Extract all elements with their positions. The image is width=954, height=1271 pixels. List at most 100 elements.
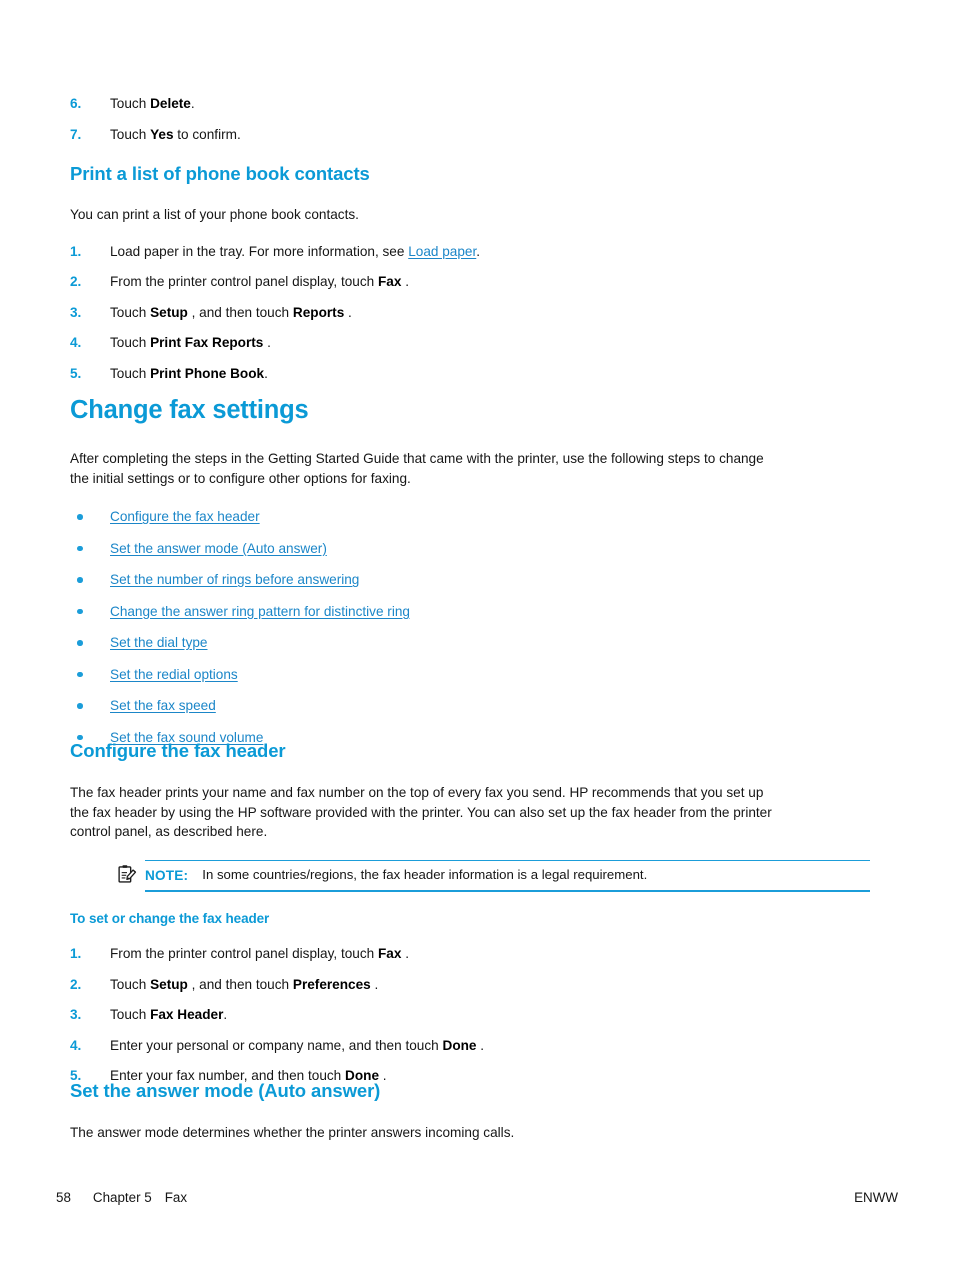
bullet-icon: [77, 608, 83, 615]
step-item: 4. Enter your personal or company name, a…: [70, 1036, 870, 1056]
step-text-suffix: .: [344, 304, 352, 320]
step-item: 2. From the printer control panel display…: [70, 272, 870, 292]
step-ui-term-secondary: Reports: [292, 304, 345, 320]
note-callout: NOTE: In some countries/regions, the fax…: [115, 859, 870, 892]
step-ui-term-secondary: Preferences: [292, 976, 371, 992]
step-text-prefix: Touch: [110, 365, 151, 381]
step-text-prefix: From the printer control panel display, …: [110, 274, 378, 290]
note-clipboard-pencil-icon: [115, 864, 139, 886]
step-text-prefix: Touch: [110, 126, 151, 142]
step-text-prefix: Touch: [110, 96, 151, 111]
step-text-suffix: .: [263, 335, 271, 351]
section-heading-print-list: Print a list of phone book contacts: [70, 163, 370, 184]
step-text-suffix: .: [264, 365, 268, 381]
step-text-prefix: Touch: [110, 1007, 151, 1023]
step-item: 6. Touch Delete.: [70, 94, 870, 114]
step-ui-term: Print Phone Book: [150, 365, 265, 381]
section-link[interactable]: Set the number of rings before answering: [110, 572, 359, 587]
step-item: 5. Touch Print Phone Book.: [70, 364, 870, 384]
step-text-suffix: .: [223, 1007, 228, 1023]
step-number: 7.: [70, 126, 82, 142]
section-link[interactable]: Set the fax speed: [110, 698, 216, 713]
change-fax-link-list: Configure the fax header Set the answer …: [70, 507, 870, 747]
cross-reference-link-load-paper[interactable]: Load paper: [408, 244, 476, 259]
note-text: In some countries/regions, the fax heade…: [202, 867, 648, 883]
step-text-prefix: Touch: [110, 976, 151, 992]
document-page: 6. Touch Delete. 7. Touch Yes to confirm. …: [0, 0, 954, 1271]
section-link[interactable]: Change the answer ring pattern for disti…: [110, 604, 410, 619]
step-text-mid: , and then touch: [187, 976, 293, 992]
configure-header-steps: 1. From the printer control panel display…: [70, 944, 870, 1086]
step-number: 4.: [70, 335, 82, 351]
step-text-suffix: .: [190, 96, 195, 111]
list-item: Set the fax speed: [70, 696, 870, 715]
list-item: Set the dial type: [70, 633, 870, 652]
page-number: 58: [56, 1190, 71, 1205]
step-text-prefix: From the printer control panel display, …: [110, 946, 378, 962]
list-item: Set the number of rings before answering: [70, 570, 870, 589]
note-content-row: NOTE: In some countries/regions, the fax…: [115, 861, 870, 890]
step-text-mid: , and then touch: [187, 304, 293, 320]
chapter-title: Fax: [164, 1190, 188, 1205]
step-text-prefix: Touch: [110, 304, 151, 320]
step-text-prefix: Load paper in the tray. For more informa…: [110, 243, 409, 259]
top-steps-block: 6. Touch Delete. 7. Touch Yes to confirm.: [70, 94, 870, 144]
step-item: 1. Load paper in the tray. For more infor…: [70, 242, 870, 262]
step-text-suffix: .: [401, 274, 409, 290]
section-link[interactable]: Configure the fax header: [110, 509, 260, 524]
step-item: 2. Touch Setup , and then touch Preferenc…: [70, 975, 870, 995]
change-fax-intro: After completing the steps in the Gettin…: [70, 451, 764, 486]
step-number: 2.: [70, 976, 82, 992]
step-number: 5.: [70, 365, 82, 381]
list-item: Set the redial options: [70, 665, 870, 684]
bullet-icon: [77, 640, 83, 646]
step-number: 4.: [70, 1037, 82, 1053]
section-change-fax-settings: Change fax settings After completing the…: [70, 396, 870, 747]
note-label: NOTE:: [145, 867, 189, 883]
section-print-phone-book: Print a list of phone book contacts You …: [70, 163, 870, 383]
step-number: 3.: [70, 304, 82, 320]
bullet-icon: [77, 577, 83, 583]
section-heading-change-fax-settings: Change fax settings: [70, 396, 309, 424]
subheading-to-set-fax-header: To set or change the fax header: [70, 910, 270, 926]
page-footer: 58 Chapter 5 Fax ENWW: [56, 1190, 898, 1205]
list-item: Change the answer ring pattern for disti…: [70, 602, 870, 621]
section-heading-set-answer-mode: Set the answer mode (Auto answer): [70, 1080, 381, 1101]
answer-mode-body: The answer mode determines whether the p…: [70, 1125, 515, 1141]
section-link[interactable]: Set the redial options: [110, 667, 238, 682]
section-heading-configure-fax-header: Configure the fax header: [70, 740, 286, 761]
step-ui-term: Fax: [377, 274, 402, 290]
step-list-continued: 6. Touch Delete. 7. Touch Yes to confirm.: [70, 94, 870, 144]
note-bottom-rule: [145, 890, 870, 892]
step-text-suffix: .: [370, 976, 379, 992]
list-item: Configure the fax header: [70, 507, 870, 526]
configure-header-body: The fax header prints your name and fax …: [70, 785, 772, 840]
print-list-steps: 1. Load paper in the tray. For more infor…: [70, 242, 870, 384]
bullet-icon: [77, 514, 83, 520]
step-text-suffix: .: [476, 243, 481, 259]
step-item: 3. Touch Setup , and then touch Reports .: [70, 303, 870, 323]
locale-code: ENWW: [854, 1190, 898, 1205]
step-number: 3.: [70, 1007, 82, 1023]
step-number: 1.: [70, 946, 82, 962]
step-text-suffix: .: [476, 1037, 485, 1053]
step-ui-term: Print Fax Reports: [150, 335, 264, 351]
step-item: 3. Touch Fax Header.: [70, 1005, 870, 1025]
list-item: Set the answer mode (Auto answer): [70, 539, 870, 558]
step-text-prefix: Touch: [110, 335, 151, 351]
section-link[interactable]: Set the dial type: [110, 635, 208, 650]
print-list-intro: You can print a list of your phone book …: [70, 207, 359, 223]
step-ui-term: Delete: [150, 96, 191, 111]
step-number: 1.: [70, 243, 82, 259]
step-ui-term: Done: [442, 1037, 477, 1053]
step-text-suffix: .: [401, 946, 409, 962]
step-ui-term: Yes: [150, 126, 174, 142]
step-ui-term: Fax Header: [150, 1007, 224, 1023]
section-set-answer-mode: Set the answer mode (Auto answer) The an…: [70, 1080, 870, 1143]
section-link[interactable]: Set the answer mode (Auto answer): [110, 541, 327, 556]
step-text-suffix: to confirm.: [173, 126, 241, 142]
step-ui-term: Setup: [150, 304, 188, 320]
step-item: 1. From the printer control panel display…: [70, 944, 870, 964]
step-item: 4. Touch Print Fax Reports .: [70, 333, 870, 353]
step-ui-term: Setup: [150, 976, 188, 992]
